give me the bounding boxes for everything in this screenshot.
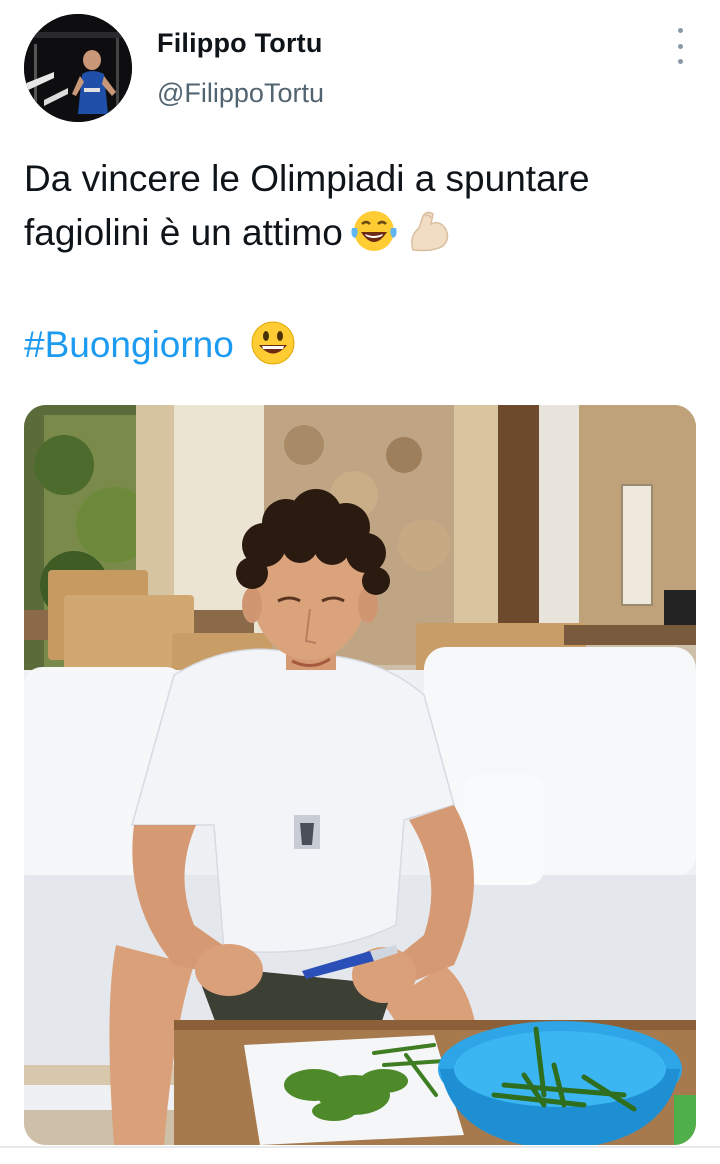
flexed-biceps-icon	[410, 211, 449, 252]
tweet-photo[interactable]	[24, 405, 696, 1145]
author-display-name[interactable]: Filippo Tortu	[157, 28, 323, 59]
photo-man-trimming-green-beans	[24, 405, 696, 1145]
hashtag-line: #Buongiorno	[24, 318, 298, 372]
author-avatar[interactable]	[24, 14, 132, 122]
hashtag-link[interactable]: #Buongiorno	[24, 324, 234, 365]
tweet-text-line-2: fagiolini è un attimo	[24, 212, 343, 253]
avatar-photo-icon	[24, 14, 132, 122]
more-vertical-icon-dot	[677, 43, 683, 49]
face-with-tears-of-joy-icon	[351, 211, 397, 252]
more-options-button[interactable]	[664, 28, 696, 64]
tweet-text-line-2-wrap: fagiolini è un attimo	[24, 206, 704, 260]
author-handle[interactable]: @FilippoTortu	[157, 78, 324, 109]
more-vertical-icon-dot	[677, 59, 683, 64]
tweet-text-line-1: Da vincere le Olimpiadi a spuntare	[24, 158, 590, 199]
bottom-divider	[0, 1146, 720, 1148]
more-vertical-icon	[677, 28, 683, 33]
grinning-face-icon	[251, 321, 295, 365]
tweet-text: Da vincere le Olimpiadi a spuntare fagio…	[24, 152, 704, 260]
tweet-card: Filippo Tortu @FilippoTortu Da vincere l…	[0, 0, 720, 1164]
